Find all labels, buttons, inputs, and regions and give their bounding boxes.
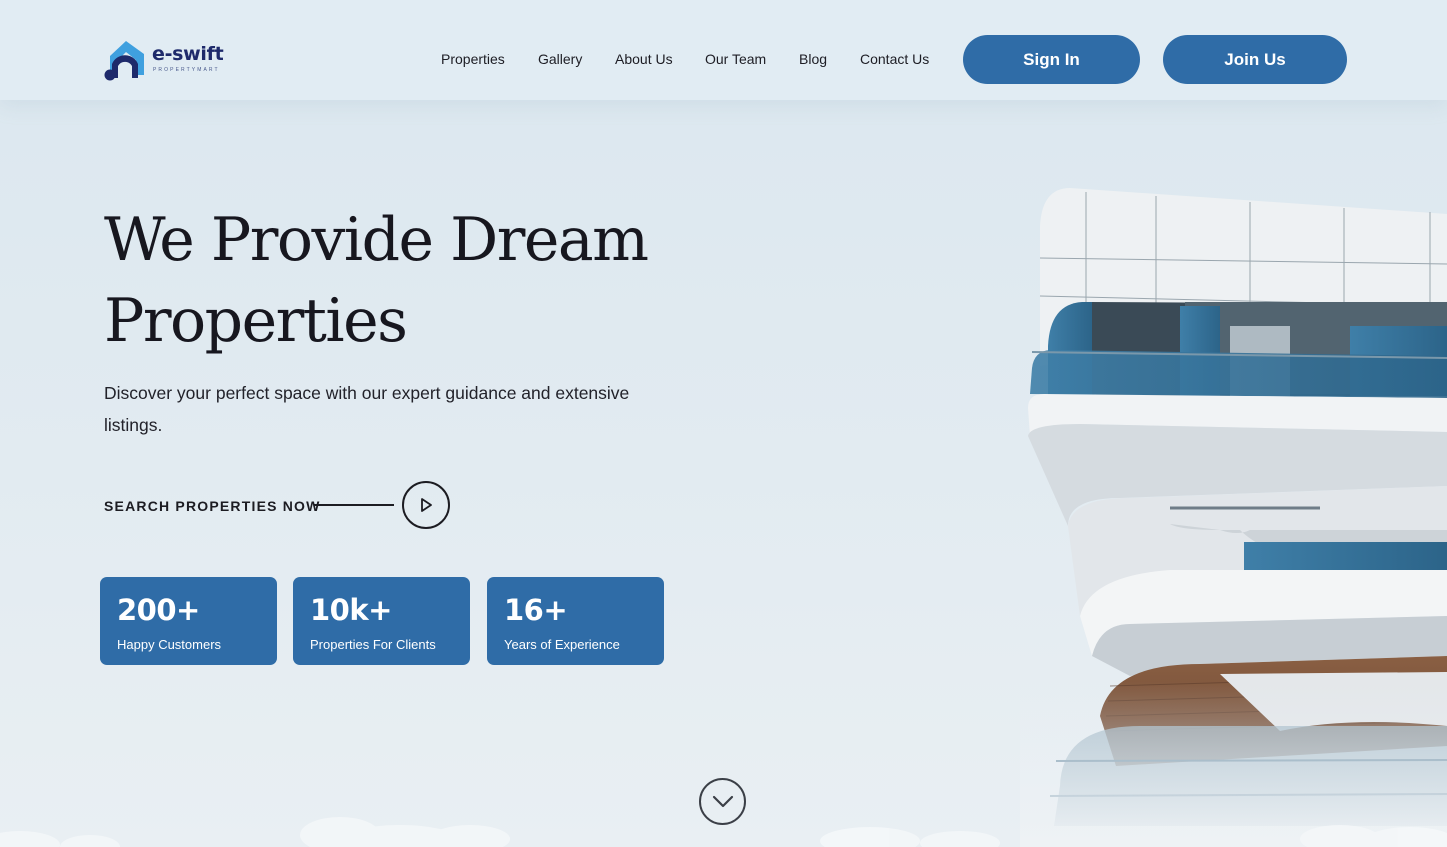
hero-title: We Provide Dream Properties	[104, 200, 724, 362]
nav-contact-us[interactable]: Contact Us	[860, 51, 929, 67]
stat-label: Happy Customers	[117, 637, 222, 652]
stat-value: 16+	[504, 593, 568, 627]
cta-label: SEARCH PROPERTIES NOW	[104, 498, 321, 514]
logo[interactable]: e-swift PROPERTYMART	[102, 38, 232, 82]
site-header: e-swift PROPERTYMART Properties Gallery …	[0, 0, 1447, 100]
hero-title-line-2: Properties	[104, 286, 408, 356]
nav-blog[interactable]: Blog	[799, 51, 827, 67]
nav-properties[interactable]: Properties	[441, 51, 505, 67]
building-image	[1020, 186, 1447, 847]
play-icon[interactable]	[402, 481, 450, 529]
chevron-down-icon[interactable]	[699, 778, 746, 825]
nav-our-team[interactable]: Our Team	[705, 51, 766, 67]
join-us-button[interactable]: Join Us	[1163, 35, 1347, 84]
stat-label: Properties For Clients	[310, 637, 436, 652]
logo-name: e-swift	[152, 43, 224, 65]
stat-label: Years of Experience	[504, 637, 620, 652]
nav-about-us[interactable]: About Us	[615, 51, 673, 67]
nav-gallery[interactable]: Gallery	[538, 51, 582, 67]
sign-in-button[interactable]: Sign In	[963, 35, 1140, 84]
stat-card-properties: 10k+ Properties For Clients	[293, 577, 470, 665]
logo-tagline: PROPERTYMART	[153, 67, 220, 73]
search-properties-cta[interactable]: SEARCH PROPERTIES NOW	[104, 481, 464, 531]
stat-card-customers: 200+ Happy Customers	[100, 577, 277, 665]
hero-title-line-1: We Provide Dream	[104, 205, 649, 275]
stat-value: 200+	[117, 593, 200, 627]
logo-house-icon	[104, 41, 144, 81]
hero-subtitle: Discover your perfect space with our exp…	[104, 383, 630, 435]
stat-card-experience: 16+ Years of Experience	[487, 577, 664, 665]
cta-divider-line	[314, 504, 394, 506]
stat-value: 10k+	[310, 593, 392, 627]
